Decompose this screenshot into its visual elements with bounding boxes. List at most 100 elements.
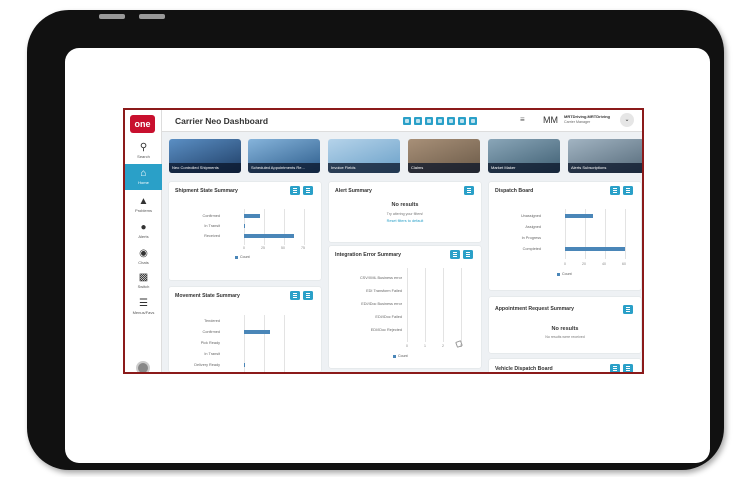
tile-invoice-fields[interactable]: Invoice Fields (328, 139, 400, 173)
chart-bar[interactable] (244, 234, 294, 238)
tablet-button (139, 14, 165, 19)
user-initials[interactable]: MM (543, 115, 558, 125)
tile-label: Invoice Fields (328, 163, 400, 173)
sidebar: one ⚲ Search ⌂ Home ▲ Problems ● Alerts … (125, 110, 162, 372)
new-icon[interactable] (403, 117, 411, 125)
tick-label: 50 (281, 246, 285, 250)
avatar[interactable] (136, 361, 150, 372)
gridline (284, 209, 285, 245)
sidebar-item-search[interactable]: ⚲ Search (125, 138, 162, 164)
vehicle-dispatch-board-card: Vehicle Dispatch Board (489, 359, 641, 372)
app-window: one ⚲ Search ⌂ Home ▲ Problems ● Alerts … (123, 108, 644, 374)
reset-filters-link[interactable]: Reset filters to default (329, 219, 481, 223)
category-label: Confirmed (202, 214, 220, 218)
gridline (284, 315, 285, 372)
sidebar-item-home[interactable]: ⌂ Home (125, 164, 162, 190)
sidebar-item-label: Chats (138, 260, 149, 265)
gridline (625, 209, 626, 259)
chart-bar[interactable] (565, 247, 625, 251)
tick-label: 75 (301, 246, 305, 250)
legend-label: Count (240, 255, 250, 259)
tile-claims[interactable]: Claims (408, 139, 480, 173)
tile-alerts-subscriptions[interactable]: Alerts Subscriptions (568, 139, 642, 173)
sidebar-item-switch[interactable]: ▩ Switch (125, 268, 162, 294)
sidebar-item-chats[interactable]: ◉ Chats (125, 244, 162, 270)
chart-bar[interactable] (244, 330, 270, 334)
tile-label: Scheduled Appointments Re... (248, 163, 320, 173)
menu-icon[interactable] (463, 250, 473, 259)
gridline (264, 209, 265, 245)
legend-swatch (235, 256, 238, 259)
category-label: Tendered (204, 319, 220, 323)
menu-icon[interactable] (623, 186, 633, 195)
category-label: EDI/IDoc Failed (375, 315, 402, 319)
no-results-hint: Try altering your filters! (386, 212, 424, 216)
one-logo[interactable]: one (130, 115, 155, 133)
settings-icon[interactable] (290, 291, 300, 300)
legend-swatch (557, 273, 560, 276)
chart-bar[interactable] (244, 224, 245, 228)
sidebar-item-label: Switch (137, 284, 150, 289)
sidebar-item-label: Menus/Favs (132, 310, 155, 315)
category-label: In Transit (204, 352, 220, 356)
tick-label: 60 (622, 262, 626, 266)
tick-label: 0 (243, 246, 245, 250)
card-title: Appointment Request Summary (495, 306, 574, 312)
gridline (264, 315, 265, 372)
chevron-down-icon[interactable]: ⌄ (620, 113, 634, 127)
settings-icon[interactable] (610, 364, 620, 372)
appointment-request-summary-card: Appointment Request Summary No results N… (489, 297, 641, 353)
category-label: Completed (522, 247, 541, 251)
tick-label: 0 (564, 262, 566, 266)
dispatch-board-card: Dispatch Board Unassigned Assigned In Pr… (489, 182, 641, 290)
edit-icon[interactable] (414, 117, 422, 125)
category-label: Received (204, 234, 220, 238)
no-results-title: No results (391, 202, 419, 208)
legend-swatch (393, 355, 396, 358)
sidebar-item-menus-favs[interactable]: ☰ Menus/Favs (125, 294, 162, 320)
top-bar: Carrier Neo Dashboard ≡ MM MRTDriving.MR… (162, 110, 642, 132)
tile-neo-controlled-shipments[interactable]: Neo Controlled Shipments (169, 139, 241, 173)
chart-bar[interactable] (244, 214, 260, 218)
integration-error-summary-card: Integration Error Summary CSV/XML Busine… (329, 246, 481, 368)
settings-icon[interactable] (623, 305, 633, 314)
category-label: EDI/IDoc Business error (361, 302, 402, 306)
chart-bar[interactable] (244, 363, 245, 367)
refresh-icon[interactable] (458, 117, 466, 125)
layout-icon[interactable] (425, 117, 433, 125)
tile-market-maker[interactable]: Market Maker (488, 139, 560, 173)
settings-icon[interactable] (450, 250, 460, 259)
gridline (304, 209, 305, 245)
gridline (407, 268, 408, 342)
menu-icon[interactable] (303, 186, 313, 195)
sidebar-item-alerts[interactable]: ● Alerts (125, 218, 162, 244)
warning-icon: ▲ (138, 196, 149, 207)
gridline (605, 209, 606, 259)
category-label: Pick Ready (200, 341, 220, 345)
sidebar-item-label: Problems (135, 208, 152, 213)
close-icon[interactable] (469, 117, 477, 125)
copy-icon[interactable] (447, 117, 455, 125)
menu-icon[interactable] (303, 291, 313, 300)
user-name: MRTDriving.MRTDriving (564, 114, 610, 119)
sidebar-item-problems[interactable]: ▲ Problems (125, 192, 162, 218)
chat-icon: ◉ (139, 248, 148, 259)
settings-icon[interactable] (610, 186, 620, 195)
tile-label: Market Maker (488, 163, 560, 173)
no-results-title: No results (551, 326, 579, 332)
settings-icon[interactable] (464, 186, 474, 195)
switch-icon: ▩ (138, 272, 149, 283)
tile-scheduled-appointments[interactable]: Scheduled Appointments Re... (248, 139, 320, 173)
no-results-hint: No results were received (545, 335, 585, 339)
category-label: EDI/IDoc Rejected (370, 328, 402, 332)
menu-icon[interactable]: ≡ (520, 115, 525, 124)
tablet-button (99, 14, 125, 19)
add-icon[interactable] (436, 117, 444, 125)
chart-bar[interactable] (565, 214, 593, 218)
category-label: Assigned (525, 225, 541, 229)
search-icon: ⚲ (139, 142, 148, 153)
legend-label: Count (562, 272, 572, 276)
settings-icon[interactable] (290, 186, 300, 195)
legend-label: Count (398, 354, 408, 358)
menu-icon[interactable] (623, 364, 633, 372)
